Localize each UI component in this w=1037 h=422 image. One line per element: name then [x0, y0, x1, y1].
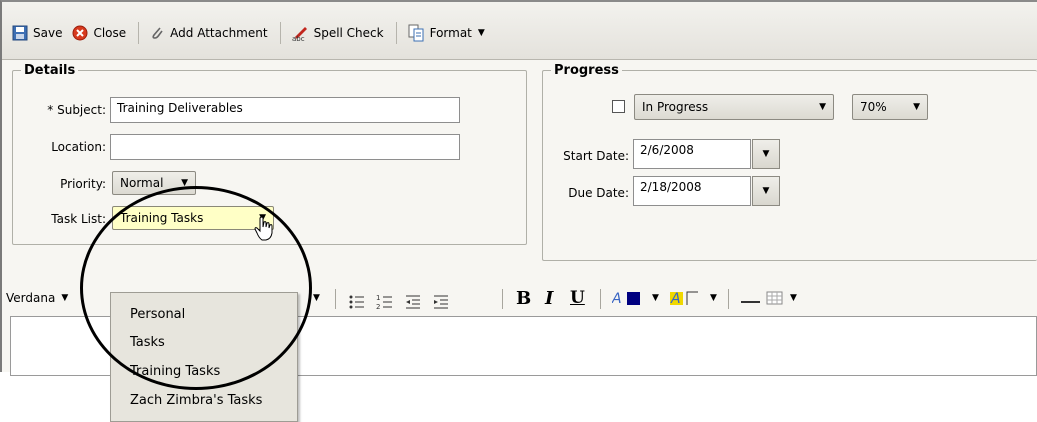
toolbar-separator	[335, 289, 336, 309]
toolbar-separator	[600, 289, 601, 309]
svg-text:2: 2	[376, 303, 380, 311]
indent-icon[interactable]	[432, 289, 450, 315]
location-label: Location:	[51, 140, 106, 154]
spell-check-button[interactable]: abc Spell Check	[287, 21, 390, 45]
format-icon	[408, 24, 424, 42]
toolbar-separator	[279, 22, 281, 44]
chevron-down-icon: ▼	[313, 293, 320, 303]
priority-value: Normal	[120, 176, 164, 190]
close-icon	[72, 25, 88, 41]
svg-text:A: A	[612, 291, 622, 307]
due-date-field[interactable]: 2/18/2008	[633, 176, 751, 206]
task-list-select[interactable]: Training Tasks ▼	[112, 206, 274, 230]
details-legend: Details	[24, 63, 76, 78]
underline-button[interactable]: U	[570, 285, 585, 311]
floppy-disk-icon	[12, 25, 28, 41]
add-attachment-button[interactable]: Add Attachment	[145, 21, 273, 45]
outdent-icon[interactable]	[404, 289, 422, 315]
chevron-down-icon: ▼	[710, 293, 717, 303]
location-field[interactable]	[110, 134, 460, 160]
bold-button[interactable]: B	[516, 285, 531, 311]
due-date-picker-button[interactable]: ▼	[752, 176, 780, 206]
dropdown-option-tasks[interactable]: Tasks	[130, 335, 165, 350]
horizontal-rule-icon[interactable]	[740, 289, 762, 315]
chevron-down-icon: ▼	[762, 186, 770, 196]
priority-label: Priority:	[60, 177, 106, 191]
italic-button[interactable]: I	[545, 285, 553, 311]
paperclip-icon	[152, 27, 163, 39]
save-label: Save	[33, 26, 63, 40]
start-date-picker-button[interactable]: ▼	[752, 139, 780, 169]
chevron-down-icon: ▼	[819, 102, 826, 112]
bullet-list-icon[interactable]	[348, 289, 366, 315]
format-button[interactable]: Format ▼	[403, 21, 491, 45]
spell-check-icon: abc	[292, 27, 307, 42]
percent-value: 70%	[860, 100, 887, 114]
dropdown-option-zach-zimbras-tasks[interactable]: Zach Zimbra's Tasks	[130, 393, 262, 408]
task-list-dropdown: Personal Tasks Training Tasks Zach Zimbr…	[110, 292, 298, 422]
table-icon	[766, 291, 783, 305]
toolbar-separator	[138, 22, 140, 44]
task-list-label: Task List:	[51, 212, 106, 226]
highlight-color-button[interactable]: A ▼	[670, 285, 717, 311]
toolbar-separator	[728, 289, 729, 309]
hand-cursor-icon	[254, 216, 273, 241]
add-attachment-label: Add Attachment	[170, 26, 268, 40]
subject-field[interactable]: Training Deliverables	[110, 97, 460, 123]
start-date-field[interactable]: 2/6/2008	[633, 139, 751, 169]
toolbar-separator	[502, 289, 503, 309]
priority-select[interactable]: Normal ▼	[112, 171, 196, 195]
font-size-select[interactable]: ▼	[307, 285, 320, 311]
spell-check-label: Spell Check	[313, 26, 384, 40]
format-label: Format	[429, 26, 472, 40]
font-value: Verdana	[6, 291, 56, 305]
close-label: Close	[93, 26, 127, 40]
text-color-icon: A	[612, 291, 640, 307]
chevron-down-icon: ▼	[181, 178, 188, 188]
close-button[interactable]: Close	[68, 21, 132, 45]
chevron-down-icon: ▼	[762, 149, 770, 159]
task-list-value: Training Tasks	[120, 211, 204, 225]
due-date-label: Due Date:	[568, 186, 629, 200]
status-select[interactable]: In Progress ▼	[634, 94, 834, 120]
status-value: In Progress	[642, 100, 709, 114]
main-toolbar: Save Close Add Attachment abc Spell Chec…	[2, 2, 1037, 60]
text-color-button[interactable]: A ▼	[612, 285, 659, 311]
svg-text:1: 1	[376, 294, 380, 302]
chevron-down-icon: ▼	[913, 102, 920, 112]
percent-select[interactable]: 70% ▼	[852, 94, 928, 120]
save-button[interactable]: Save	[8, 21, 68, 45]
chevron-down-icon: ▼	[477, 28, 485, 38]
chevron-down-icon: ▼	[652, 293, 659, 303]
highlight-color-icon: A	[670, 291, 698, 307]
svg-text:abc: abc	[292, 35, 305, 42]
numbered-list-icon[interactable]: 1 2	[376, 289, 394, 315]
svg-text:A: A	[670, 291, 681, 307]
chevron-down-icon: ▼	[61, 293, 69, 303]
subject-label: * Subject:	[47, 103, 106, 117]
complete-checkbox[interactable]	[612, 100, 625, 113]
start-date-label: Start Date:	[563, 149, 629, 163]
task-form: Details * Subject: Training Deliverables…	[2, 60, 1037, 422]
toolbar-row: Save Close Add Attachment abc Spell Chec…	[8, 20, 491, 46]
progress-legend: Progress	[554, 63, 619, 78]
chevron-down-icon: ▼	[790, 293, 797, 303]
insert-table-button[interactable]: ▼	[766, 285, 797, 311]
dropdown-option-personal[interactable]: Personal	[130, 307, 185, 322]
font-select[interactable]: Verdana ▼	[6, 285, 68, 311]
toolbar-separator	[395, 22, 397, 44]
